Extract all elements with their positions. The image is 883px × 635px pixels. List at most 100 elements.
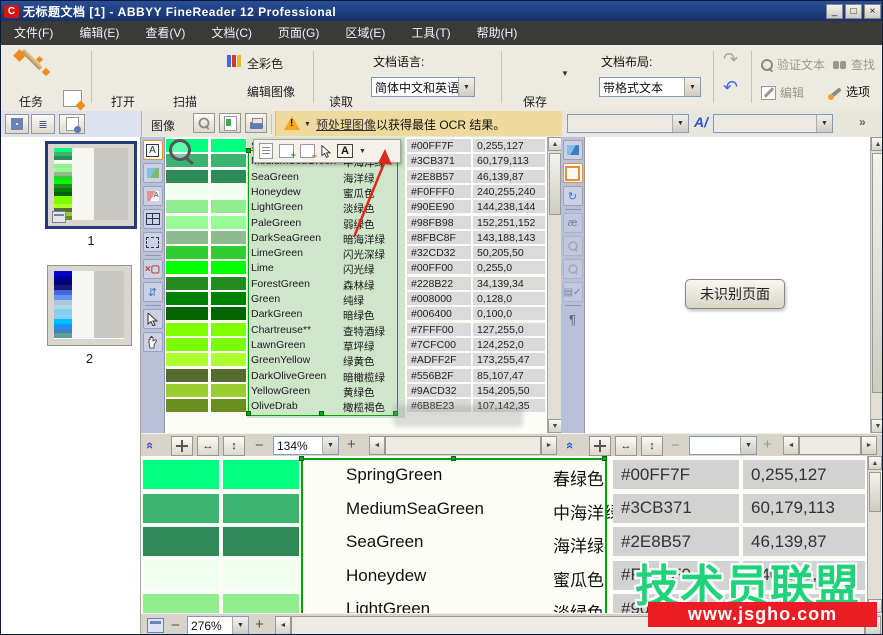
hscroll-left-icon[interactable]: ◄ [275,616,291,635]
full-color-icon[interactable] [227,55,241,67]
text-region-tool[interactable]: A [143,140,163,160]
hscroll-right-icon[interactable]: ► [541,436,557,455]
tasks-wand-icon[interactable] [13,49,53,87]
menu-item[interactable]: 文件(F) [1,21,66,45]
scroll-up-icon[interactable]: ▲ [871,137,883,151]
selection-handle[interactable] [602,456,607,461]
selection-handle[interactable] [299,456,304,461]
text-hscrollbar[interactable] [799,436,861,455]
menu-item[interactable]: 文档(C) [198,21,265,45]
verify-text-button[interactable]: 验证文本 [761,56,825,73]
close-button[interactable]: × [864,4,881,19]
page-thumbnail-1[interactable] [45,141,137,229]
zoom-zoom-dropdown-icon[interactable]: ▼ [232,617,248,634]
delete-region-tool[interactable]: ×▢ [143,259,163,279]
fit-page-button[interactable] [171,436,193,456]
selection-handle[interactable] [451,456,456,461]
read-label[interactable]: 读取 [321,93,361,110]
menu-item[interactable]: 查看(V) [132,21,198,45]
maximize-button[interactable]: □ [845,4,862,19]
tasks-label[interactable]: 任务 [5,93,57,110]
copy-region-icon[interactable] [259,143,273,159]
image-zoom-dropdown-icon[interactable]: ▼ [322,437,338,454]
fit-height-button[interactable]: ↕ [641,436,663,456]
style-combo-2[interactable]: ▼ [713,114,833,133]
fit-page-button[interactable] [589,436,611,456]
scroll-up-icon[interactable]: ▲ [868,456,882,470]
hscroll-left-icon[interactable]: ◄ [783,436,799,455]
fit-width-button[interactable]: ↔ [197,436,219,456]
menu-item[interactable]: 页面(G) [265,21,332,45]
reorder-regions-tool[interactable]: ⇵ [143,282,163,302]
fit-height-button[interactable]: ↕ [223,436,245,456]
menu-item[interactable]: 工具(T) [398,21,463,45]
collapse-panel-chevron[interactable]: « [143,442,158,449]
new-task-icon[interactable] [63,90,82,107]
zoom-in-button[interactable]: + [255,616,264,633]
pan-tool[interactable] [143,332,163,352]
image-hscrollbar[interactable] [385,436,541,455]
doc-layout-combo[interactable]: 带格式文本 ▼ [599,77,701,97]
zoom-image-button[interactable] [193,113,215,133]
doc-layout-dropdown-icon[interactable]: ▼ [684,78,700,96]
text-canvas[interactable]: 未识别页面 [585,137,870,433]
collapse-panel-chevron[interactable]: « [563,442,578,449]
menu-item[interactable]: 区域(E) [332,21,398,45]
redo-icon[interactable]: ↷ [723,49,738,70]
open-label[interactable]: 打开 [99,93,147,110]
scroll-thumb[interactable] [549,153,561,215]
zoom-zoom-combo[interactable]: 276% ▼ [187,616,249,635]
verify-pages-icon[interactable]: ▤✓ [563,282,583,302]
scroll-up-icon[interactable]: ▲ [548,137,562,151]
zoom-in-button[interactable]: + [347,436,356,453]
menu-item[interactable]: 编辑(E) [66,21,132,45]
menu-item[interactable]: 帮助(H) [464,21,531,45]
image-vscrollbar[interactable]: ▲ ▼ [547,137,561,433]
ae-ligature-icon[interactable]: æ [563,213,583,233]
hscroll-left-icon[interactable]: ◄ [369,436,385,455]
image-zoom-combo[interactable]: 134% ▼ [273,436,339,455]
undo-icon[interactable]: ↶ [723,77,738,98]
options-button[interactable]: 选项 [827,83,870,100]
toolbar-overflow-chevron[interactable]: » [859,115,866,129]
image-text-region-tool[interactable]: A [143,186,163,206]
edit-button[interactable]: 编辑 [761,84,804,101]
analyze-page-button[interactable] [219,113,241,133]
preprocess-link[interactable]: 预处理图像 [316,118,376,132]
warning-icon[interactable]: ! [284,116,300,130]
page-layout-icon[interactable] [563,163,583,183]
pointer-icon[interactable] [321,145,331,158]
add-region-icon[interactable]: + [279,144,294,158]
zoom-out-button[interactable]: − [255,437,264,454]
text-zoom-combo[interactable]: ▼ [689,436,757,455]
zoom-selection-icon[interactable] [563,236,583,256]
pages-list-view-button[interactable]: ≣ [31,114,55,134]
find-button[interactable]: 查找 [833,56,875,73]
zoom-tool-icon[interactable] [563,259,583,279]
page-1-number[interactable]: 1 [45,233,137,248]
scroll-down-icon[interactable]: ▼ [871,419,883,433]
image-region-tool[interactable] [143,163,163,183]
hscroll-right-icon[interactable]: ► [861,436,877,455]
image-canvas[interactable]: SpringGreen 春绿色 #00FF7F 0,255,127 Medium… [165,137,547,433]
selection-handle[interactable] [319,411,324,416]
selection-handle[interactable] [246,411,251,416]
full-color-label[interactable]: 全彩色 [247,55,283,72]
minimize-button[interactable]: _ [826,4,843,19]
doc-language-dropdown-icon[interactable]: ▼ [458,78,474,96]
scan-label[interactable]: 扫描 [159,93,211,110]
pages-thumbnail-view-button[interactable] [5,114,29,134]
save-label[interactable]: 保存 [513,93,557,110]
zoom-out-button[interactable]: − [171,617,180,634]
scroll-thumb[interactable] [872,153,883,393]
page-thumbnail-2[interactable] [47,265,132,346]
show-image-icon[interactable] [563,140,583,160]
style-combo-2-dropdown-icon[interactable]: ▼ [816,115,832,132]
zoom-window-icon[interactable] [147,618,164,633]
font-style-icon[interactable]: A/ [694,114,708,130]
zoom-out-button[interactable]: − [671,437,680,454]
scroll-thumb[interactable] [869,472,881,512]
pointer-tool[interactable] [143,309,163,329]
print-button[interactable] [245,113,267,133]
marquee-tool[interactable] [143,232,163,252]
